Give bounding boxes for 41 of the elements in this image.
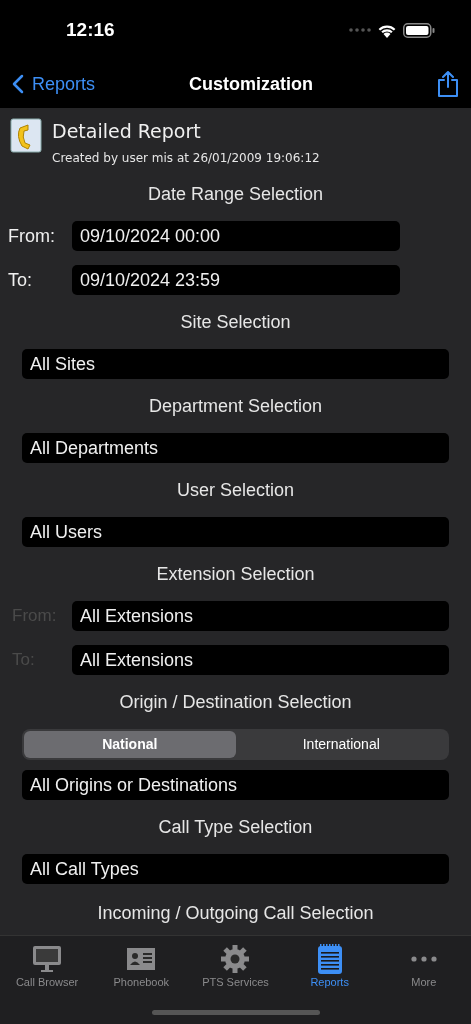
section-heading: Date Range Selection: [147, 182, 324, 206]
section-heading: User Selection: [176, 478, 295, 502]
battery-icon: [403, 22, 435, 38]
tab-bar-item[interactable]: Call Browser: [2, 944, 93, 990]
selection-field[interactable]: All Extensions: [72, 601, 449, 631]
selection-field[interactable]: All Departments: [22, 433, 449, 463]
nav-title: Customization: [189, 72, 313, 96]
chevron-left-icon: [12, 74, 24, 94]
contact-card-icon: [127, 947, 156, 970]
selection-field[interactable]: 09/10/2024 23:59: [72, 265, 400, 295]
selection-field[interactable]: All Sites: [22, 349, 449, 379]
segment-tab[interactable]: National: [24, 731, 236, 758]
section-heading: Origin / Destination Selection: [119, 690, 352, 714]
selection-field[interactable]: All Extensions: [72, 645, 449, 675]
section-heading: Site Selection: [180, 310, 291, 334]
report-subtitle: Created by user mis at 26/01/2009 19:06:12: [52, 150, 320, 167]
more-icon: [410, 955, 437, 962]
selection-field[interactable]: All Origins or Destinations: [22, 770, 449, 800]
section-heading: Call Type Selection: [158, 815, 313, 839]
tab-bar-item[interactable]: Phonebook: [96, 944, 187, 990]
tab-bar-item[interactable]: PTS Services: [190, 944, 281, 990]
tab-bar-item[interactable]: Reports: [284, 944, 375, 990]
section-heading: Extension Selection: [156, 562, 315, 586]
report-title: Detailed Report: [52, 119, 202, 144]
selection-field[interactable]: 09/10/2024 00:00: [72, 221, 400, 251]
share-icon[interactable]: [437, 71, 459, 97]
selection-field[interactable]: All Call Types: [22, 854, 449, 884]
section-heading: Department Selection: [148, 394, 323, 418]
report-document-icon: [10, 118, 44, 154]
settings-icon: [221, 944, 250, 973]
section-heading: Incoming / Outgoing Call Selection: [97, 902, 374, 924]
range-label: To:: [8, 269, 32, 290]
status-time: 12:16: [66, 17, 115, 42]
notepad-icon: [317, 944, 342, 974]
back-button[interactable]: Reports: [12, 70, 96, 98]
segment-tab[interactable]: International: [235, 731, 447, 758]
selection-field[interactable]: All Users: [22, 517, 449, 547]
monitor-icon: [32, 944, 63, 973]
cellular-signal-icon: [349, 28, 371, 32]
tab-bar-item[interactable]: More: [378, 944, 469, 990]
range-label: From:: [8, 225, 55, 246]
